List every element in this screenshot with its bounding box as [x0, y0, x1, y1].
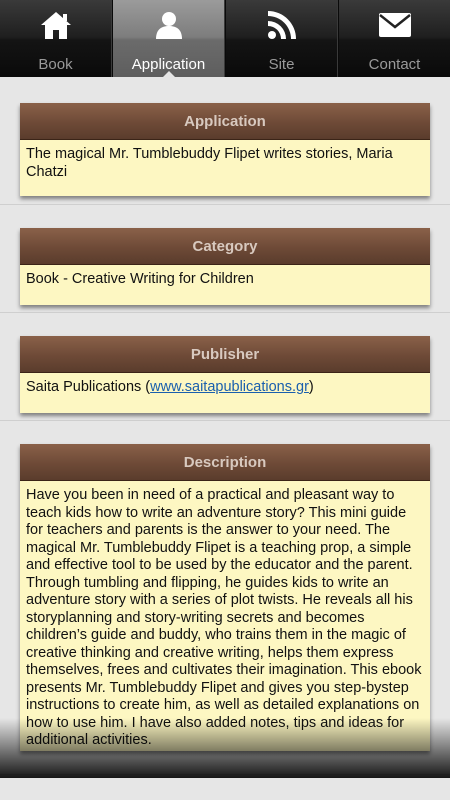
envelope-icon: [378, 8, 412, 42]
description-card: Description Have you been in need of a p…: [20, 444, 430, 751]
publisher-card: Publisher Saita Publications (www.saitap…: [20, 336, 430, 413]
category-card: Category Book - Creative Writing for Chi…: [20, 228, 430, 305]
tab-contact-label: Contact: [368, 56, 421, 73]
publisher-card-body: Saita Publications (www.saitapublication…: [20, 373, 430, 413]
description-card-title: Description: [20, 444, 430, 481]
application-card-text: The magical Mr. Tumblebuddy Flipet write…: [20, 140, 430, 196]
tab-book-label: Book: [38, 56, 73, 73]
rss-icon: [265, 8, 299, 42]
divider: [0, 420, 450, 421]
category-card-text: Book - Creative Writing for Children: [20, 265, 430, 305]
tab-book[interactable]: Book: [0, 0, 112, 77]
publisher-closing-paren: ): [308, 379, 314, 395]
tab-site[interactable]: Site: [225, 0, 338, 77]
application-card: Application The magical Mr. Tumblebuddy …: [20, 103, 430, 196]
main-content[interactable]: Application The magical Mr. Tumblebuddy …: [0, 77, 450, 800]
tab-application-label: Application: [131, 56, 206, 73]
top-tab-bar: Book Application Site Contact: [0, 0, 450, 78]
category-card-title: Category: [20, 228, 430, 265]
publisher-website-link[interactable]: www.saitapublications.gr: [150, 379, 309, 395]
tab-application[interactable]: Application: [112, 0, 225, 78]
application-card-title: Application: [20, 103, 430, 140]
divider: [0, 312, 450, 313]
publisher-name: Saita Publications (: [26, 379, 151, 395]
publisher-card-title: Publisher: [20, 336, 430, 373]
tab-site-label: Site: [268, 56, 295, 73]
tab-contact[interactable]: Contact: [338, 0, 450, 77]
description-card-text: Have you been in need of a practical and…: [20, 481, 430, 751]
person-icon: [152, 8, 186, 42]
home-icon: [39, 8, 73, 42]
divider: [0, 204, 450, 205]
scroll-fade-overlay: [0, 718, 450, 778]
